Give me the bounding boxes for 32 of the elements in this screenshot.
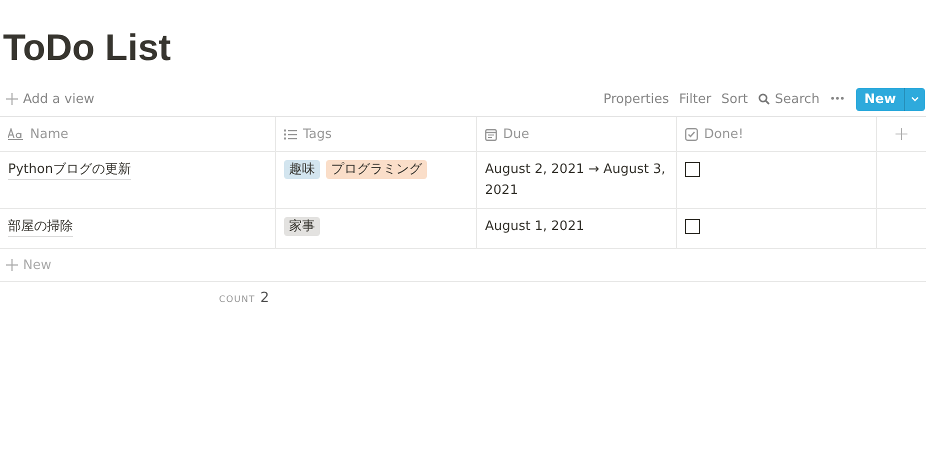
new-row-button[interactable]: New — [0, 256, 56, 274]
count-value: 2 — [260, 290, 270, 306]
tag: 趣味 — [284, 160, 320, 179]
search-button[interactable]: Search — [754, 90, 824, 108]
text-icon — [8, 128, 24, 140]
search-icon — [758, 93, 770, 105]
toolbar-button[interactable]: Sort — [717, 90, 752, 108]
add-column-button[interactable]: + — [894, 123, 910, 145]
add-view-button[interactable]: Add a view — [0, 90, 98, 108]
column-header[interactable]: Done! — [677, 117, 877, 151]
column-header[interactable]: Name — [0, 117, 276, 151]
more-button[interactable]: ••• — [826, 92, 848, 106]
toolbar-button[interactable]: Filter — [675, 90, 716, 108]
plus-icon — [6, 93, 18, 105]
column-header[interactable]: Due — [477, 117, 677, 151]
toolbar-button[interactable]: Properties — [599, 90, 674, 108]
row-title[interactable]: 部屋の掃除 — [8, 218, 73, 237]
date-text: August 2, 2021 → August 3, 2021 — [485, 162, 666, 198]
checkbox-icon — [685, 128, 698, 140]
tag: プログラミング — [326, 160, 427, 179]
checkbox[interactable] — [685, 162, 700, 177]
tag: 家事 — [284, 217, 320, 236]
date-text: August 1, 2021 — [485, 219, 584, 234]
caret-icon — [911, 96, 919, 102]
page-title: ToDo List — [2, 26, 172, 70]
checkbox[interactable] — [685, 219, 700, 234]
plus-icon — [6, 259, 18, 271]
list-icon — [284, 128, 297, 140]
row-title[interactable]: Pythonブログの更新 — [8, 161, 132, 180]
column-header[interactable]: Tags — [276, 117, 477, 151]
calendar-icon — [485, 128, 497, 140]
count-label: COUNT — [219, 295, 256, 305]
